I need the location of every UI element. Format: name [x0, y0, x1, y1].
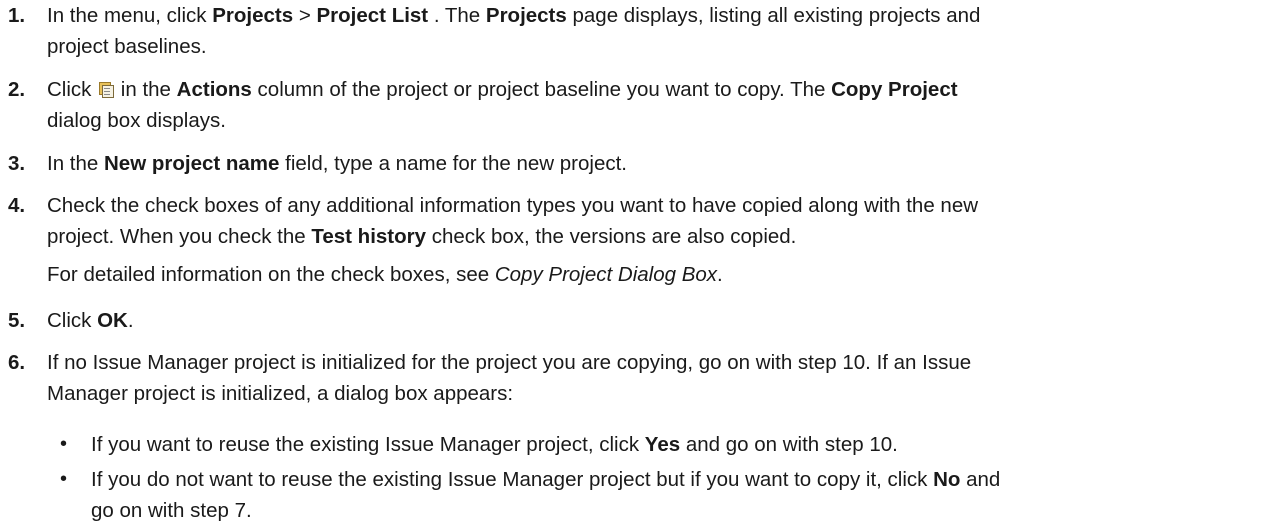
step-text: Check the check boxes of any additional …	[47, 190, 1257, 290]
copy-project-dialog-box-reference[interactable]: Copy Project Dialog Box	[495, 263, 717, 286]
step-number: 4.	[8, 194, 26, 217]
instruction-document: 1. In the menu, click Projects > Project…	[0, 0, 1266, 527]
copy-project-icon	[98, 82, 115, 98]
text-line: In the menu, click Projects > Project Li…	[47, 4, 981, 27]
text-line: Click in the Actions column of the proje…	[47, 78, 958, 101]
step-number: 3.	[8, 152, 26, 175]
text-line: go on with step 7.	[91, 499, 252, 522]
bullet-text: If you do not want to reuse the existing…	[91, 464, 1261, 526]
text-line: Check the check boxes of any additional …	[47, 194, 979, 217]
bullet-text: If you want to reuse the existing Issue …	[91, 429, 1261, 460]
step-text: If no Issue Manager project is initializ…	[47, 347, 1257, 409]
text-line: project baselines.	[47, 35, 207, 58]
text-line: Click OK.	[47, 309, 134, 332]
step-number: 1.	[8, 4, 26, 27]
bullet-icon: •	[60, 468, 68, 490]
step-text: In the menu, click Projects > Project Li…	[47, 0, 1257, 62]
step-text: Click in the Actions column of the proje…	[47, 74, 1257, 136]
text-line: In the New project name field, type a na…	[47, 152, 628, 175]
step-text: In the New project name field, type a na…	[47, 148, 1257, 179]
text-line: If you want to reuse the existing Issue …	[91, 433, 898, 456]
text-line: project. When you check the Test history…	[47, 225, 797, 248]
bullet-icon: •	[60, 433, 68, 455]
step-note: For detailed information on the check bo…	[47, 263, 723, 286]
step-number: 5.	[8, 309, 26, 332]
step-text: Click OK.	[47, 305, 1257, 336]
text-line: If no Issue Manager project is initializ…	[47, 351, 972, 374]
text-line: If you do not want to reuse the existing…	[91, 468, 1001, 491]
step-number: 6.	[8, 351, 26, 374]
text-line: dialog box displays.	[47, 109, 226, 132]
step-number: 2.	[8, 78, 26, 101]
text-line: Manager project is initialized, a dialog…	[47, 382, 514, 405]
